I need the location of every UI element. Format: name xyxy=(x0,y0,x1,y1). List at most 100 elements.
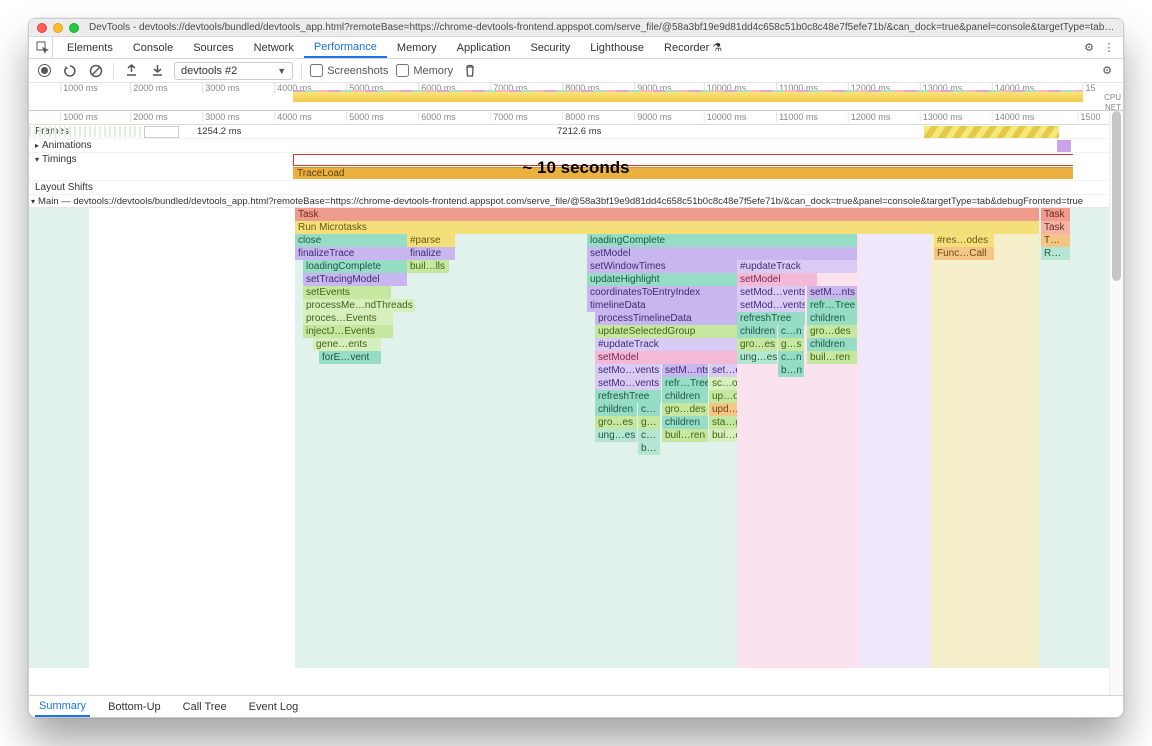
overview-pane[interactable]: 1000 ms 2000 ms 3000 ms 4000 ms 5000 ms … xyxy=(29,83,1123,111)
flame-entry[interactable]: c… xyxy=(638,403,660,416)
record-button[interactable] xyxy=(35,62,53,80)
flame-entry[interactable]: refreshTree xyxy=(595,390,661,403)
reload-button[interactable] xyxy=(61,62,79,80)
flame-entry[interactable]: #res…odes xyxy=(934,234,994,247)
flame-entry[interactable]: T… xyxy=(1041,234,1070,247)
flame-entry[interactable]: children xyxy=(595,403,637,416)
flame-entry[interactable]: sc…ow xyxy=(709,377,737,390)
vertical-scrollbar[interactable] xyxy=(1109,111,1123,695)
flame-entry[interactable]: set…on xyxy=(709,364,737,377)
tab-network[interactable]: Network xyxy=(244,37,304,58)
layout-shifts-track[interactable]: Layout Shifts xyxy=(29,181,1123,195)
flame-entry[interactable]: up…ow xyxy=(709,390,737,403)
animations-track[interactable]: Animations xyxy=(29,139,1123,153)
flame-entry[interactable]: processTimelineData xyxy=(595,312,737,325)
tab-lighthouse[interactable]: Lighthouse xyxy=(580,37,654,58)
flame-entry[interactable]: refr…Tree xyxy=(662,377,708,390)
btab-summary[interactable]: Summary xyxy=(35,696,90,717)
flame-run-microtasks[interactable]: Run Microtasks xyxy=(295,221,1039,234)
flame-entry[interactable]: ung…es xyxy=(737,351,777,364)
flame-entry[interactable]: buil…ren xyxy=(662,429,708,442)
flame-entry[interactable]: setMo…vents xyxy=(595,377,661,390)
flame-entry[interactable]: children xyxy=(662,416,708,429)
flame-entry[interactable]: injectJ…Events xyxy=(303,325,393,338)
flame-task[interactable]: Task xyxy=(295,208,1039,221)
flame-entry[interactable]: updateSelectedGroup xyxy=(595,325,737,338)
flame-entry[interactable]: Func…Call xyxy=(934,247,994,260)
flame-entry[interactable]: close xyxy=(295,234,407,247)
flame-entry[interactable]: updateHighlight xyxy=(587,273,737,286)
btab-bottom-up[interactable]: Bottom-Up xyxy=(104,696,165,717)
flame-entry[interactable]: loadingComplete xyxy=(303,260,407,273)
tab-application[interactable]: Application xyxy=(447,37,521,58)
upload-icon[interactable] xyxy=(122,62,140,80)
flame-entry[interactable]: finalize xyxy=(407,247,455,260)
flame-entry[interactable]: coordinatesToEntryIndex xyxy=(587,286,737,299)
flame-entry[interactable]: setEvents xyxy=(303,286,391,299)
flame-entry[interactable]: setMo…vents xyxy=(595,364,661,377)
flame-entry[interactable]: gene…ents xyxy=(313,338,381,351)
flame-entry[interactable]: setModel xyxy=(737,273,817,286)
btab-event-log[interactable]: Event Log xyxy=(245,696,303,717)
tab-elements[interactable]: Elements xyxy=(57,37,123,58)
flame-entry[interactable]: forE…vent xyxy=(319,351,381,364)
frames-track[interactable]: Frames 1254.2 ms 7212.6 ms xyxy=(29,125,1123,139)
flame-entry[interactable]: children xyxy=(807,338,857,351)
flame-entry[interactable]: children xyxy=(807,312,857,325)
flame-entry[interactable]: timelineData xyxy=(587,299,737,312)
tab-memory[interactable]: Memory xyxy=(387,37,447,58)
tab-console[interactable]: Console xyxy=(123,37,183,58)
flame-entry[interactable]: gro…es xyxy=(595,416,637,429)
flame-entry[interactable]: loadingComplete xyxy=(587,234,857,247)
zoom-window-icon[interactable] xyxy=(69,23,79,33)
traceload-bar[interactable]: TraceLoad xyxy=(293,167,1073,179)
tab-sources[interactable]: Sources xyxy=(183,37,243,58)
flame-entry[interactable]: children xyxy=(737,325,777,338)
session-select[interactable]: devtools #2 ▼ xyxy=(174,62,293,80)
main-thread-header[interactable]: ▾ Main — devtools://devtools/bundled/dev… xyxy=(29,195,1123,208)
flamechart-pane[interactable]: 1000 ms 2000 ms 3000 ms 4000 ms 5000 ms … xyxy=(29,111,1123,695)
clear-button[interactable] xyxy=(87,62,105,80)
flame-entry[interactable]: gro…es xyxy=(737,338,777,351)
btab-call-tree[interactable]: Call Tree xyxy=(179,696,231,717)
flame-entry[interactable]: gro…des xyxy=(662,403,708,416)
flame-task[interactable]: Task xyxy=(1041,208,1070,221)
flame-entry[interactable]: b…n xyxy=(778,364,804,377)
flame-chart[interactable]: Task Task Run Microtasks Task close #par… xyxy=(29,208,1123,668)
flame-entry[interactable]: setMod…vents xyxy=(737,286,805,299)
flame-entry[interactable]: sta…ge xyxy=(709,416,737,429)
flame-entry[interactable]: proces…Events xyxy=(303,312,393,325)
flame-entry[interactable]: refr…Tree xyxy=(807,299,857,312)
tab-performance[interactable]: Performance xyxy=(304,37,387,58)
flame-entry[interactable]: g… xyxy=(638,416,660,429)
flame-entry[interactable]: b… xyxy=(638,442,660,455)
flame-entry[interactable]: processMe…ndThreads xyxy=(303,299,415,312)
flame-entry[interactable]: bui…ed xyxy=(709,429,737,442)
tab-security[interactable]: Security xyxy=(520,37,580,58)
screenshots-checkbox[interactable]: Screenshots xyxy=(310,64,388,77)
flame-entry[interactable]: ung…es xyxy=(595,429,637,442)
memory-checkbox[interactable]: Memory xyxy=(396,64,453,77)
flame-entry[interactable]: setTracingModel xyxy=(303,273,407,286)
flame-entry[interactable]: c…n xyxy=(778,325,804,338)
flame-entry[interactable]: setModel xyxy=(595,351,737,364)
inspect-element-icon[interactable] xyxy=(33,37,53,58)
flame-entry[interactable]: setWindowTimes xyxy=(587,260,737,273)
flame-entry[interactable]: finalizeTrace xyxy=(295,247,407,260)
flame-entry[interactable]: buil…ren xyxy=(807,351,857,364)
flame-entry[interactable]: c…n xyxy=(778,351,804,364)
flame-entry[interactable]: refreshTree xyxy=(737,312,805,325)
flame-entry[interactable]: setMod…vents xyxy=(737,299,805,312)
flame-entry[interactable]: #updateTrack xyxy=(595,338,737,351)
trash-icon[interactable] xyxy=(461,62,479,80)
download-icon[interactable] xyxy=(148,62,166,80)
flame-entry[interactable]: g…s xyxy=(778,338,804,351)
flame-entry[interactable]: #updateTrack xyxy=(737,260,857,273)
flame-entry[interactable]: setModel xyxy=(587,247,857,260)
flame-task[interactable]: Task xyxy=(1041,221,1070,234)
capture-settings-icon[interactable]: ⚙ xyxy=(1097,64,1117,77)
timings-track[interactable]: Timings TraceLoad xyxy=(29,153,1123,181)
minimize-window-icon[interactable] xyxy=(53,23,63,33)
more-icon[interactable]: ⋮ xyxy=(1099,41,1119,54)
scrollbar-thumb[interactable] xyxy=(1112,111,1121,281)
